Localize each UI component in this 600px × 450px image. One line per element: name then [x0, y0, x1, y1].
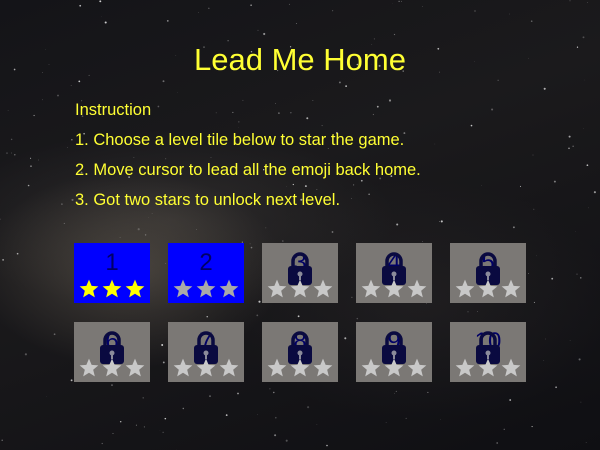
star-empty-icon [478, 279, 498, 298]
star-empty-icon [290, 279, 310, 298]
level-tile-6[interactable]: 6 [74, 322, 150, 382]
star-empty-icon [455, 279, 475, 298]
level-star-rating [360, 278, 428, 300]
level-star-rating [454, 357, 522, 379]
instructions-heading: Instruction [75, 101, 152, 119]
level-tile-9[interactable]: 9 [356, 322, 432, 382]
star-empty-icon [267, 358, 287, 377]
instruction-step-3: 3. Got two stars to unlock next level. [75, 191, 341, 209]
star-empty-icon [407, 279, 427, 298]
star-empty-icon [79, 358, 99, 377]
star-empty-icon [313, 279, 333, 298]
star-empty-icon [267, 279, 287, 298]
star-empty-icon [501, 279, 521, 298]
star-empty-icon [384, 358, 404, 377]
level-tile-7[interactable]: 7 [168, 322, 244, 382]
level-star-rating [78, 357, 146, 379]
star-earned-icon [125, 279, 145, 298]
level-number: 2 [199, 249, 213, 276]
star-empty-icon [407, 358, 427, 377]
level-star-rating [454, 278, 522, 300]
star-empty-icon [290, 358, 310, 377]
star-empty-icon [501, 358, 521, 377]
level-star-rating [172, 278, 240, 300]
star-empty-icon [196, 358, 216, 377]
level-tile-2[interactable]: 2 [168, 243, 244, 303]
instruction-step-1: 1. Choose a level tile below to star the… [75, 131, 405, 149]
star-empty-icon [361, 279, 381, 298]
star-empty-icon [478, 358, 498, 377]
instructions-panel: Instruction 1. Choose a level tile below… [75, 95, 421, 215]
star-empty-icon [384, 279, 404, 298]
level-star-rating [78, 278, 146, 300]
level-tile-5[interactable]: 5 [450, 243, 526, 303]
level-tile-10[interactable]: 10 [450, 322, 526, 382]
level-tile-4[interactable]: 4 [356, 243, 432, 303]
star-empty-icon [361, 358, 381, 377]
instruction-step-2: 2. Move cursor to lead all the emoji bac… [75, 161, 421, 179]
level-star-rating [266, 357, 334, 379]
star-empty-icon [125, 358, 145, 377]
level-number: 1 [105, 249, 119, 276]
star-empty-icon [219, 279, 239, 298]
game-title: Lead Me Home [194, 42, 406, 77]
star-empty-icon [455, 358, 475, 377]
star-empty-icon [219, 358, 239, 377]
star-empty-icon [196, 279, 216, 298]
star-earned-icon [79, 279, 99, 298]
level-tile-3[interactable]: 3 [262, 243, 338, 303]
star-empty-icon [102, 358, 122, 377]
level-star-rating [172, 357, 240, 379]
star-empty-icon [173, 358, 193, 377]
level-tile-8[interactable]: 8 [262, 322, 338, 382]
level-tile-1[interactable]: 1 [74, 243, 150, 303]
star-empty-icon [313, 358, 333, 377]
level-star-rating [360, 357, 428, 379]
level-star-rating [266, 278, 334, 300]
star-earned-icon [102, 279, 122, 298]
star-empty-icon [173, 279, 193, 298]
